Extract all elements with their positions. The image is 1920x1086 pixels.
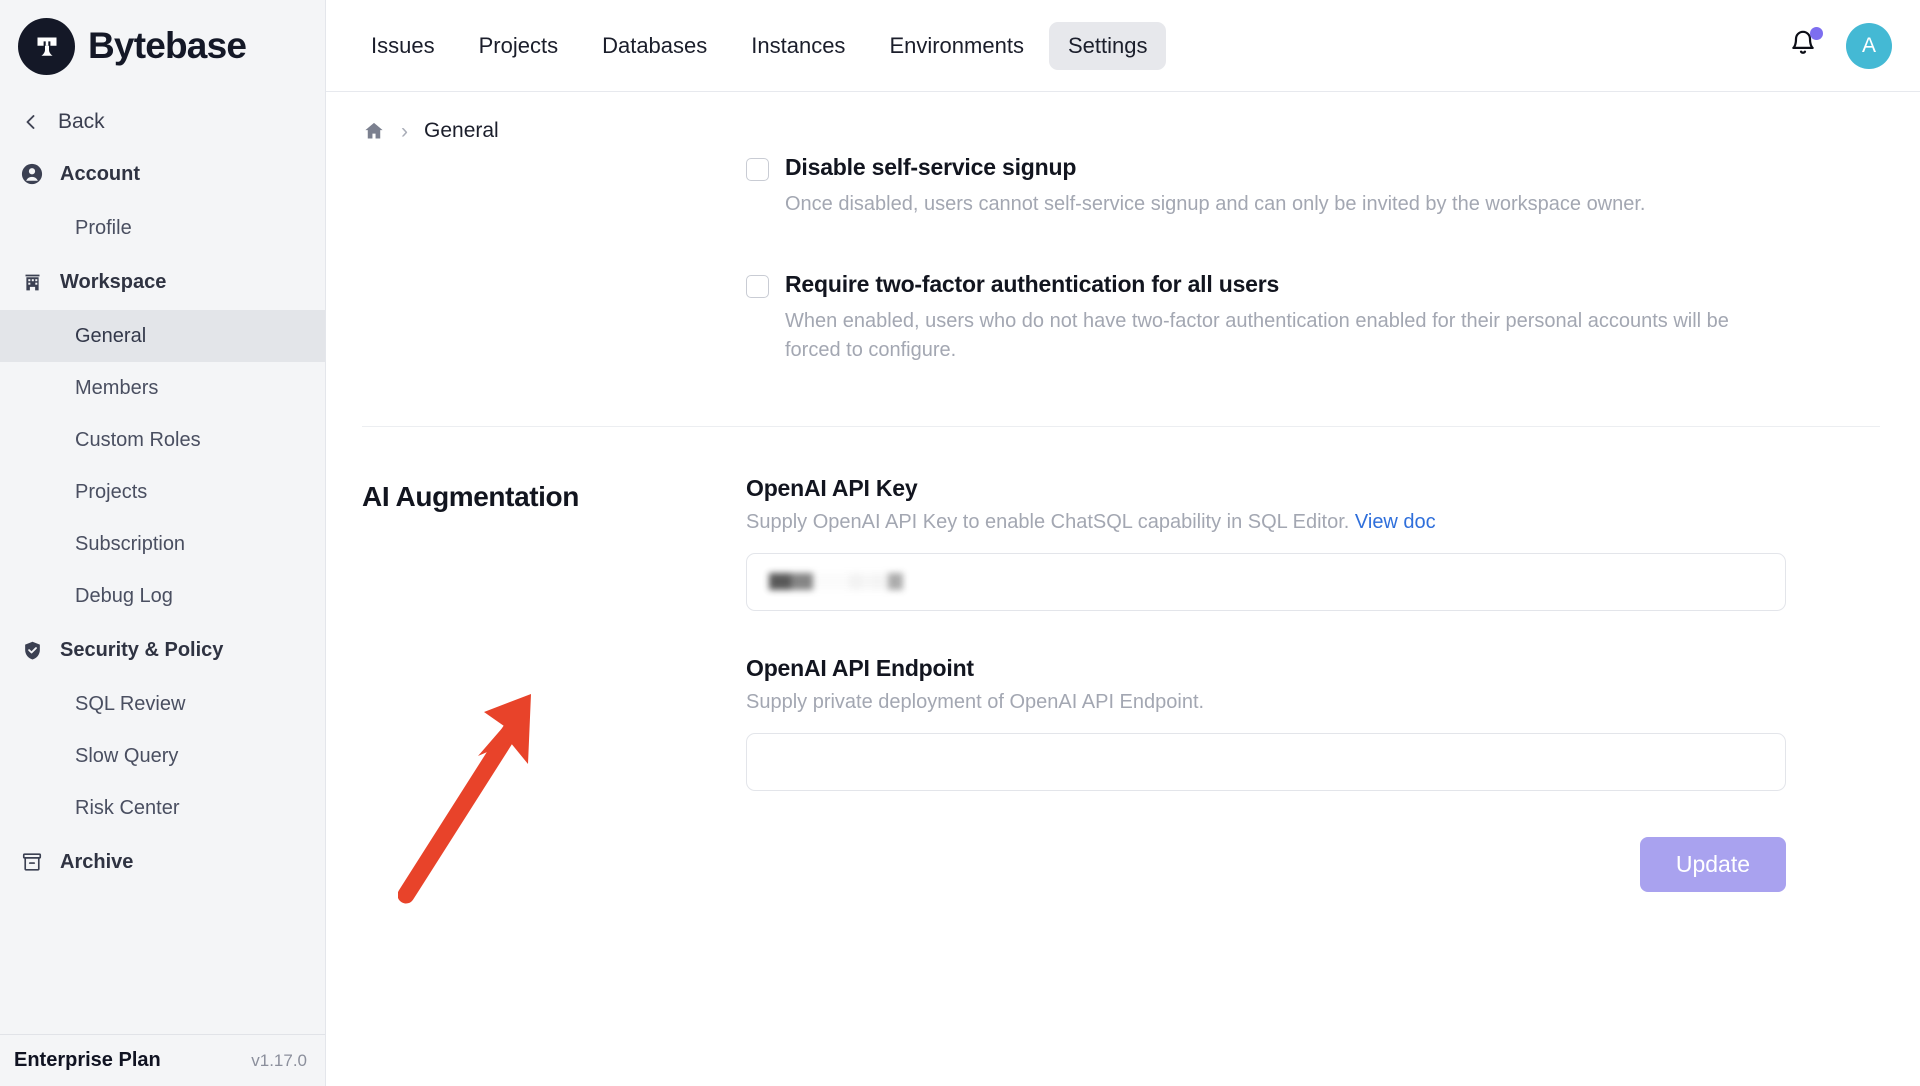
sidebar-item-label: Projects xyxy=(75,480,148,503)
sidebar-item-projects[interactable]: Projects xyxy=(0,466,325,518)
top-navigation-bar: Issues Projects Databases Instances Envi… xyxy=(326,0,1920,92)
sidebar-item-debug-log[interactable]: Debug Log xyxy=(0,570,325,622)
sidebar-item-risk-center[interactable]: Risk Center xyxy=(0,782,325,834)
chevron-left-icon xyxy=(20,111,42,133)
archive-box-icon xyxy=(20,850,44,874)
sidebar-group-workspace[interactable]: Workspace xyxy=(0,254,325,310)
field-openai-api-endpoint: OpenAI API Endpoint Supply private deplo… xyxy=(746,655,1786,791)
breadcrumb-separator: › xyxy=(401,119,408,143)
user-circle-icon xyxy=(20,162,44,186)
field-openai-api-key: OpenAI API Key Supply OpenAI API Key to … xyxy=(746,475,1786,611)
setting-description: Once disabled, users cannot self-service… xyxy=(785,193,1646,215)
tab-settings[interactable]: Settings xyxy=(1048,21,1167,70)
sidebar-item-slow-query[interactable]: Slow Query xyxy=(0,730,325,782)
field-label: OpenAI API Key xyxy=(746,474,918,501)
sidebar-item-label: Subscription xyxy=(75,532,186,555)
settings-form: Disable self-service signup Once disable… xyxy=(362,154,1880,892)
masked-api-key-value xyxy=(769,573,903,591)
sidebar-item-label: Profile xyxy=(75,216,132,239)
checkbox-row[interactable]: Disable self-service signup xyxy=(746,154,1880,181)
breadcrumb-current: General xyxy=(424,119,499,142)
tab-label: Instances xyxy=(751,32,846,58)
openai-api-endpoint-input[interactable] xyxy=(746,732,1786,791)
sidebar-item-label: SQL Review xyxy=(75,692,186,715)
bytebase-logo-icon xyxy=(18,17,75,75)
sidebar: Bytebase Back Account Profile Workspace … xyxy=(0,0,326,1086)
sidebar-item-members[interactable]: Members xyxy=(0,362,325,414)
checkbox-require-two-factor-auth[interactable] xyxy=(746,275,769,299)
app-version: v1.17.0 xyxy=(251,1050,307,1070)
tab-label: Databases xyxy=(602,32,708,58)
building-icon xyxy=(20,270,44,294)
sidebar-group-archive[interactable]: Archive xyxy=(0,834,325,890)
sidebar-item-general[interactable]: General xyxy=(0,310,325,362)
sidebar-item-subscription[interactable]: Subscription xyxy=(0,518,325,570)
setting-require-two-factor-auth: Require two-factor authentication for al… xyxy=(362,271,1880,365)
app-root: Bytebase Back Account Profile Workspace … xyxy=(0,0,1920,1086)
avatar-initial: A xyxy=(1861,33,1876,57)
plan-name: Enterprise Plan xyxy=(14,1049,161,1071)
sidebar-group-label: Archive xyxy=(60,850,134,873)
tab-issues[interactable]: Issues xyxy=(352,22,454,70)
sidebar-item-sql-review[interactable]: SQL Review xyxy=(0,678,325,730)
brand-name: Bytebase xyxy=(88,25,247,66)
view-doc-link[interactable]: View doc xyxy=(1355,511,1436,533)
breadcrumb: › General xyxy=(362,92,1880,154)
sidebar-item-label: Debug Log xyxy=(75,584,173,607)
home-icon[interactable] xyxy=(363,120,385,142)
brand-logo[interactable]: Bytebase xyxy=(0,0,325,92)
field-help: Supply private deployment of OpenAI API … xyxy=(746,690,1205,713)
form-actions: Update xyxy=(746,836,1786,892)
tab-environments[interactable]: Environments xyxy=(870,22,1043,70)
sidebar-group-label: Account xyxy=(60,162,140,185)
setting-description: When enabled, users who do not have two-… xyxy=(785,310,1729,362)
field-help-text: Supply OpenAI API Key to enable ChatSQL … xyxy=(746,510,1350,533)
field-label: OpenAI API Endpoint xyxy=(746,654,974,681)
field-help: Supply OpenAI API Key to enable ChatSQL … xyxy=(746,511,1786,534)
tab-databases[interactable]: Databases xyxy=(583,22,726,70)
setting-title: Require two-factor authentication for al… xyxy=(785,271,1280,298)
sidebar-item-profile[interactable]: Profile xyxy=(0,202,325,254)
avatar[interactable]: A xyxy=(1846,22,1892,69)
tab-instances[interactable]: Instances xyxy=(732,22,864,70)
ai-augmentation-section: AI Augmentation OpenAI API Key Supply Op… xyxy=(362,427,1880,892)
openai-api-key-input[interactable] xyxy=(746,552,1786,611)
shield-check-icon xyxy=(20,638,44,662)
ai-section-fields: OpenAI API Key Supply OpenAI API Key to … xyxy=(746,475,1786,892)
setting-title: Disable self-service signup xyxy=(785,154,1077,180)
update-button[interactable]: Update xyxy=(1639,836,1786,892)
topbar-actions: A xyxy=(1786,22,1892,69)
tab-label: Environments xyxy=(889,32,1024,58)
notifications-button[interactable] xyxy=(1786,26,1823,63)
sidebar-group-label: Workspace xyxy=(60,270,167,293)
sidebar-nav: Back Account Profile Workspace General M… xyxy=(0,92,325,1034)
sidebar-item-label: Members xyxy=(75,376,159,399)
sidebar-footer: Enterprise Plan v1.17.0 xyxy=(0,1034,325,1086)
sidebar-item-label: General xyxy=(75,324,147,347)
ai-section-heading: AI Augmentation xyxy=(362,480,579,512)
main-area: Issues Projects Databases Instances Envi… xyxy=(326,0,1920,1086)
setting-disable-self-service-signup: Disable self-service signup Once disable… xyxy=(362,154,1880,219)
sidebar-group-security-policy[interactable]: Security & Policy xyxy=(0,622,325,678)
sidebar-group-label: Security & Policy xyxy=(60,638,224,661)
sidebar-item-label: Slow Query xyxy=(75,744,179,767)
sidebar-item-custom-roles[interactable]: Custom Roles xyxy=(0,414,325,466)
back-label: Back xyxy=(58,110,105,133)
back-button[interactable]: Back xyxy=(0,98,325,146)
sidebar-item-label: Risk Center xyxy=(75,796,180,819)
tab-label: Issues xyxy=(371,32,435,58)
ai-section-heading-col: AI Augmentation xyxy=(362,475,746,892)
tab-label: Projects xyxy=(478,32,559,58)
notification-badge-dot xyxy=(1810,26,1823,40)
sidebar-group-account[interactable]: Account xyxy=(0,146,325,202)
checkbox-row[interactable]: Require two-factor authentication for al… xyxy=(746,271,1880,299)
tab-projects[interactable]: Projects xyxy=(460,22,577,70)
sidebar-item-label: Custom Roles xyxy=(75,428,201,451)
page-content: › General Disable self-service signup On… xyxy=(326,92,1920,1086)
primary-tabs: Issues Projects Databases Instances Envi… xyxy=(352,21,1167,70)
tab-label: Settings xyxy=(1067,32,1148,58)
checkbox-disable-self-service-signup[interactable] xyxy=(746,158,769,181)
